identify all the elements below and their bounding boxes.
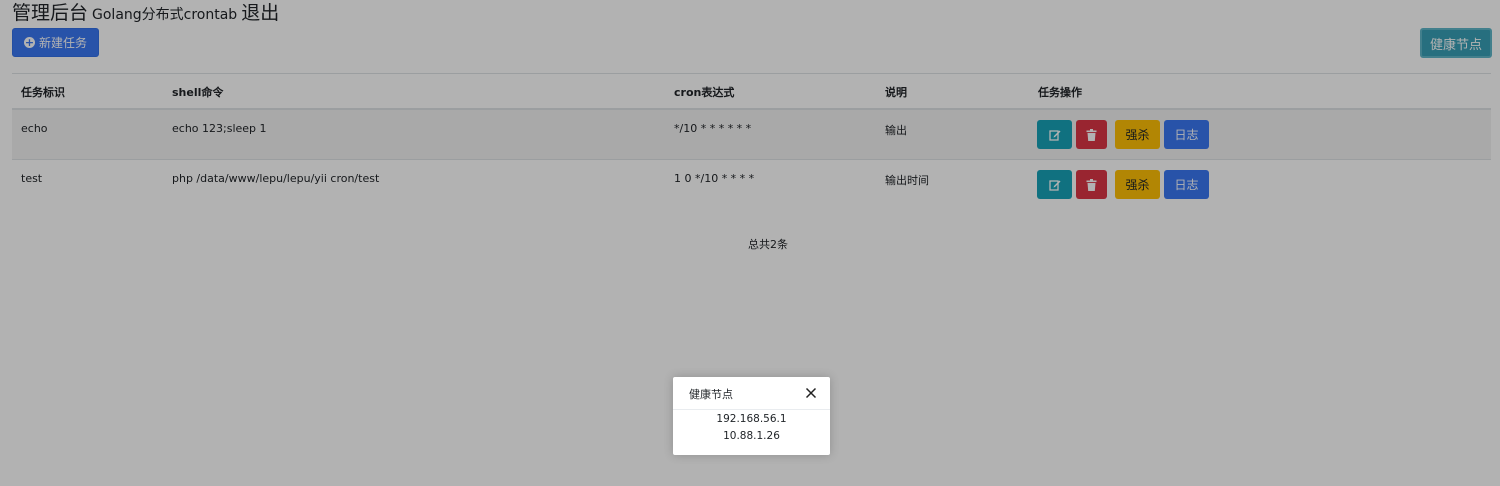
close-icon[interactable] <box>804 386 818 400</box>
node-ip: 192.168.56.1 <box>716 413 787 425</box>
health-nodes-modal: 健康节点 192.168.56.1 10.88.1.26 <box>673 377 830 455</box>
modal-title: 健康节点 <box>689 388 733 401</box>
node-ip: 10.88.1.26 <box>723 430 780 442</box>
modal-header: 健康节点 <box>673 377 830 410</box>
modal-body: 192.168.56.1 10.88.1.26 <box>673 411 830 445</box>
page: 管理后台 Golang分布式crontab 退出 + 新建任务 健康节点 任务标识 … <box>0 0 1500 486</box>
